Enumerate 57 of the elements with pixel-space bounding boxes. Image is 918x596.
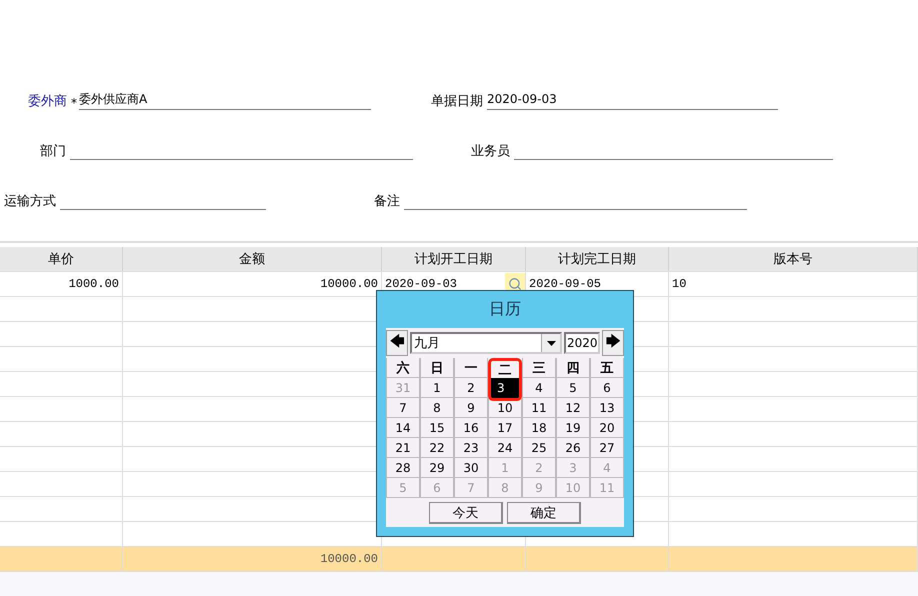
calendar-day[interactable]: 2 bbox=[454, 378, 488, 398]
month-dropdown[interactable]: 九月 bbox=[410, 332, 562, 354]
input-field[interactable]: 2020-09-03 bbox=[487, 92, 778, 110]
column-header[interactable]: 计划完工日期 bbox=[526, 247, 669, 271]
calendar-day[interactable]: 28 bbox=[386, 458, 420, 478]
calendar-day[interactable]: 26 bbox=[556, 438, 590, 458]
calendar-day[interactable]: 27 bbox=[590, 438, 624, 458]
field-label: 委外商 bbox=[28, 93, 67, 110]
calendar-day[interactable]: 9 bbox=[454, 398, 488, 418]
field-label: 单据日期 bbox=[431, 93, 483, 110]
calendar-day[interactable]: 16 bbox=[454, 418, 488, 438]
column-header[interactable]: 金额 bbox=[123, 247, 382, 271]
calendar-button[interactable]: 确定 bbox=[507, 502, 581, 524]
calendar-day[interactable]: 21 bbox=[386, 438, 420, 458]
calendar-day[interactable]: 7 bbox=[386, 398, 420, 418]
required-mark: * bbox=[71, 96, 77, 110]
table-cell: 2020-09-03 bbox=[385, 277, 458, 291]
year-field[interactable]: 2020 bbox=[564, 332, 600, 354]
calendar-day[interactable]: 23 bbox=[454, 438, 488, 458]
calendar-day[interactable]: 25 bbox=[522, 438, 556, 458]
field-label: 业务员 bbox=[471, 143, 510, 160]
calendar-day[interactable]: 29 bbox=[420, 458, 454, 478]
table-cell: 10 bbox=[672, 277, 686, 291]
calendar-day[interactable]: 8 bbox=[420, 398, 454, 418]
field-label: 运输方式 bbox=[4, 193, 56, 210]
calendar-day[interactable]: 15 bbox=[420, 418, 454, 438]
next-month-button[interactable]: 🡆 bbox=[602, 330, 624, 356]
table-cell: 1000.00 bbox=[68, 277, 119, 291]
column-header[interactable]: 单价 bbox=[0, 247, 123, 271]
calendar-day[interactable]: 6 bbox=[590, 378, 624, 398]
previous-month-button[interactable]: 🡄 bbox=[386, 330, 408, 356]
calendar-day[interactable]: 3 bbox=[488, 378, 522, 401]
calendar-day[interactable]: 20 bbox=[590, 418, 624, 438]
field-label: 备注 bbox=[374, 193, 400, 210]
calendar-day[interactable]: 17 bbox=[488, 418, 522, 438]
field-label: 部门 bbox=[40, 143, 66, 160]
column-header[interactable]: 计划开工日期 bbox=[382, 247, 526, 271]
input-field[interactable]: 委外供应商A bbox=[79, 92, 371, 110]
calendar-title: 日历 bbox=[489, 299, 521, 320]
calendar-day[interactable]: 11 bbox=[522, 398, 556, 418]
calendar-day[interactable]: 19 bbox=[556, 418, 590, 438]
search-icon bbox=[508, 276, 522, 290]
calendar-day[interactable]: 22 bbox=[420, 438, 454, 458]
calendar-day[interactable]: 30 bbox=[454, 458, 488, 478]
calendar-day[interactable]: 5 bbox=[556, 378, 590, 398]
calendar-button[interactable]: 今天 bbox=[429, 502, 503, 524]
table-cell: 2020-09-05 bbox=[529, 277, 602, 291]
calendar-day[interactable]: 12 bbox=[556, 398, 590, 418]
calendar-day[interactable]: 13 bbox=[590, 398, 624, 418]
total-amount: 10000.00 bbox=[320, 552, 378, 566]
calendar-day[interactable]: 18 bbox=[522, 418, 556, 438]
calendar-day[interactable]: 24 bbox=[488, 438, 522, 458]
calendar-day[interactable]: 4 bbox=[522, 378, 556, 398]
calendar-day[interactable]: 1 bbox=[420, 378, 454, 398]
column-header[interactable]: 版本号 bbox=[669, 247, 918, 271]
calendar-day[interactable]: 14 bbox=[386, 418, 420, 438]
table-cell: 10000.00 bbox=[320, 277, 378, 291]
